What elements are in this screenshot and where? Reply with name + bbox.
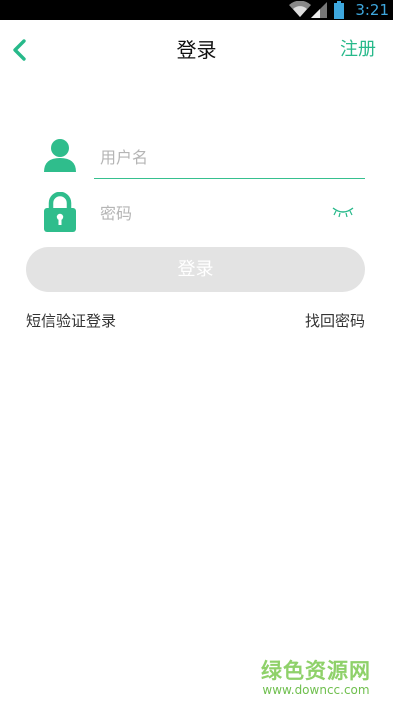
login-button[interactable]: 登录 bbox=[26, 247, 365, 292]
watermark-title: 绿色资源网 bbox=[261, 659, 371, 683]
username-underline bbox=[94, 178, 365, 179]
watermark: 绿色资源网 www.downcc.com bbox=[261, 659, 371, 698]
recover-password-link[interactable]: 找回密码 bbox=[305, 310, 365, 331]
page-title: 登录 bbox=[176, 38, 217, 62]
battery-icon bbox=[334, 1, 344, 19]
password-input[interactable] bbox=[94, 193, 324, 233]
password-visibility-toggle[interactable] bbox=[331, 204, 355, 223]
username-input[interactable] bbox=[94, 137, 365, 177]
register-button[interactable]: 注册 bbox=[340, 20, 376, 80]
lock-icon bbox=[43, 191, 77, 236]
sms-login-link[interactable]: 短信验证登录 bbox=[26, 310, 116, 331]
nav-bar: 登录 注册 bbox=[0, 20, 393, 80]
status-bar: 3:21 bbox=[0, 0, 393, 20]
signal-icon bbox=[311, 2, 327, 18]
user-icon bbox=[43, 138, 77, 176]
wifi-icon bbox=[289, 1, 311, 17]
eye-closed-icon bbox=[332, 207, 354, 218]
watermark-url: www.downcc.com bbox=[262, 683, 370, 697]
status-time: 3:21 bbox=[355, 1, 389, 19]
